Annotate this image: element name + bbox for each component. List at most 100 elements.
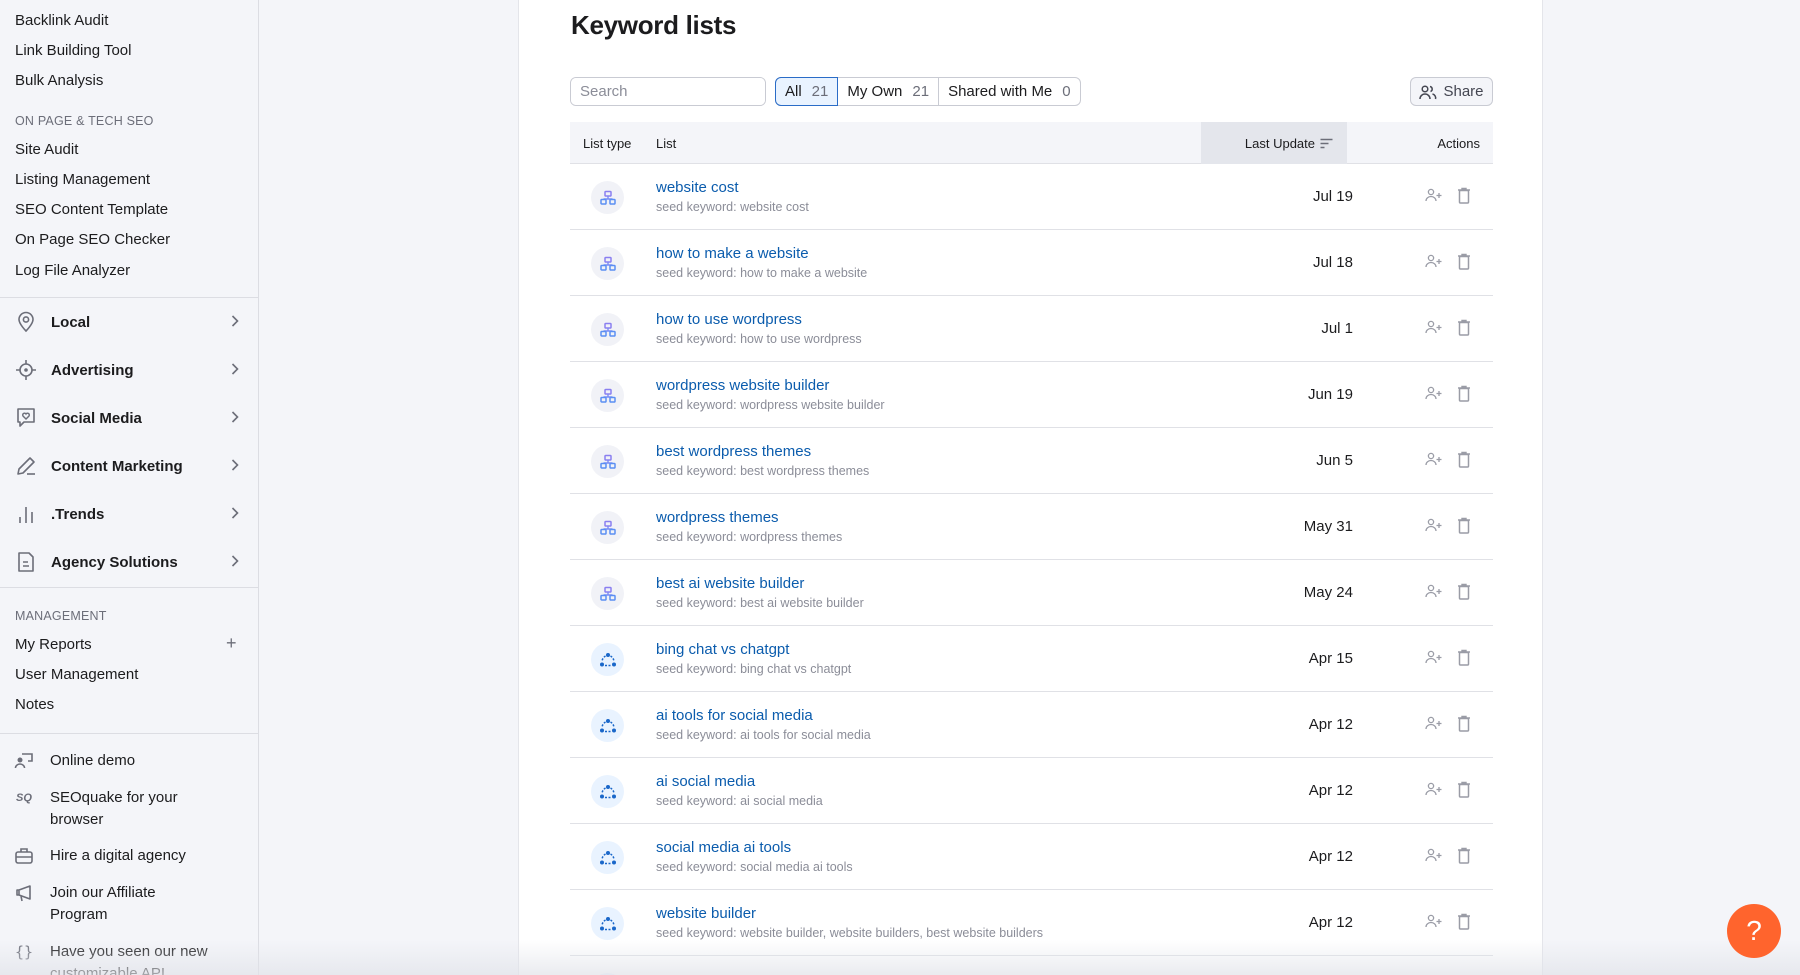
sidebar-extra-affiliate[interactable]: Join our Affiliate Program <box>0 882 259 926</box>
list-name-link[interactable]: how to use wordpress <box>656 311 802 328</box>
sidebar-group-trends[interactable]: .Trends <box>0 494 259 534</box>
delete-trash-icon[interactable] <box>1457 847 1471 869</box>
share-user-add-icon[interactable] <box>1425 716 1443 735</box>
seed-keyword-text: seed keyword: best wordpress themes <box>656 464 869 478</box>
column-header-last-update[interactable]: Last Update <box>1201 122 1347 164</box>
share-user-add-icon[interactable] <box>1425 452 1443 471</box>
delete-trash-icon[interactable] <box>1457 649 1471 671</box>
bar-chart-icon <box>15 503 37 525</box>
cluster-list-icon <box>591 445 624 478</box>
share-user-add-icon[interactable] <box>1425 188 1443 207</box>
ownership-filter: All 21 My Own 21 Shared with Me 0 <box>775 77 1081 106</box>
chevron-right-icon <box>231 506 239 525</box>
delete-trash-icon[interactable] <box>1457 517 1471 539</box>
list-name-link[interactable]: website builder <box>656 905 756 922</box>
share-user-add-icon[interactable] <box>1425 914 1443 933</box>
list-name-link[interactable]: wordpress website builder <box>656 377 829 394</box>
table-row: website costseed keyword: website costJu… <box>570 164 1493 230</box>
last-update-date: Apr 12 <box>1309 716 1353 733</box>
sidebar-link-listing-management[interactable]: Listing Management <box>15 171 150 188</box>
list-name-link[interactable]: website cost <box>656 179 739 196</box>
list-name-link[interactable]: how to make a website <box>656 245 809 262</box>
section-heading-onpage: ON PAGE & TECH SEO <box>15 114 154 128</box>
sidebar-group-content-marketing[interactable]: Content Marketing <box>0 446 259 486</box>
delete-trash-icon[interactable] <box>1457 319 1471 341</box>
delete-trash-icon[interactable] <box>1457 781 1471 803</box>
filter-tab-shared-with-me[interactable]: Shared with Me 0 <box>939 78 1080 105</box>
filter-tab-count: 21 <box>812 83 829 100</box>
sidebar-link-log-file-analyzer[interactable]: Log File Analyzer <box>15 262 130 279</box>
sidebar-group-label: Agency Solutions <box>51 554 178 571</box>
table-row: wordpress website builder seed keyword: w… <box>570 362 1493 428</box>
list-name-link[interactable]: best wordpress themes <box>656 443 811 460</box>
filter-tab-all[interactable]: All 21 <box>775 77 838 106</box>
strategy-list-icon <box>591 775 624 808</box>
table-row: bing chat vs chatgpt seed keyword: bing c… <box>570 626 1493 692</box>
delete-trash-icon[interactable] <box>1457 583 1471 605</box>
filter-tab-label: All <box>785 83 802 100</box>
sidebar-group-advertising[interactable]: Advertising <box>0 350 259 390</box>
list-name-link[interactable]: best ai website builder <box>656 575 804 592</box>
sidebar-link-site-audit[interactable]: Site Audit <box>15 141 78 158</box>
share-user-add-icon[interactable] <box>1425 254 1443 273</box>
cluster-list-icon <box>591 247 624 280</box>
sidebar-link-my-reports[interactable]: My Reports <box>15 636 92 653</box>
sidebar-link-notes[interactable]: Notes <box>15 696 54 713</box>
delete-trash-icon[interactable] <box>1457 715 1471 737</box>
map-pin-icon <box>15 311 37 333</box>
share-user-add-icon[interactable] <box>1425 782 1443 801</box>
delete-trash-icon[interactable] <box>1457 451 1471 473</box>
sidebar-extra-hire-agency[interactable]: Hire a digital agency <box>0 845 259 867</box>
megaphone-icon <box>13 884 35 926</box>
list-name-link[interactable]: wordpress themes <box>656 509 779 526</box>
share-user-add-icon[interactable] <box>1425 584 1443 603</box>
sidebar-extra-label: SEOquake for your browser <box>50 787 200 831</box>
add-report-button[interactable]: + <box>226 633 237 654</box>
table-row: how to make a websiteseed keyword: how t… <box>570 230 1493 296</box>
sidebar-group-label: Advertising <box>51 362 134 379</box>
filter-tab-label: Shared with Me <box>948 83 1052 100</box>
delete-trash-icon[interactable] <box>1457 385 1471 407</box>
seed-keyword-text: seed keyword: wordpress website builder <box>656 398 885 412</box>
list-name-link[interactable]: ai tools for social media <box>656 707 813 724</box>
seed-keyword-text: seed keyword: how to use wordpress <box>656 332 862 346</box>
braces-icon: {} <box>13 943 35 975</box>
list-name-link[interactable]: bing chat vs chatgpt <box>656 641 789 658</box>
sidebar-link-on-page-seo-checker[interactable]: On Page SEO Checker <box>15 231 170 248</box>
list-name-link[interactable]: social media ai tools <box>656 839 791 856</box>
sidebar-link-user-management[interactable]: User Management <box>15 666 138 683</box>
sidebar-link-bulk-analysis[interactable]: Bulk Analysis <box>15 72 103 89</box>
filter-tab-count: 0 <box>1062 83 1070 100</box>
sidebar-link-link-building-tool[interactable]: Link Building Tool <box>15 42 131 59</box>
sidebar-group-local[interactable]: Local <box>0 302 259 342</box>
chevron-right-icon <box>231 410 239 429</box>
document-icon <box>15 551 37 573</box>
seed-keyword-text: seed keyword: bing chat vs chatgpt <box>656 662 851 676</box>
search-input[interactable] <box>571 78 766 105</box>
share-user-add-icon[interactable] <box>1425 650 1443 669</box>
sidebar-link-seo-content-template[interactable]: SEO Content Template <box>15 201 168 218</box>
help-button[interactable]: ? <box>1727 904 1781 958</box>
sidebar-extra-seoquake[interactable]: SQ SEOquake for your browser <box>0 787 259 831</box>
share-user-add-icon[interactable] <box>1425 320 1443 339</box>
delete-trash-icon[interactable] <box>1457 187 1471 209</box>
sidebar-link-backlink-audit[interactable]: Backlink Audit <box>15 12 108 29</box>
delete-trash-icon[interactable] <box>1457 913 1471 935</box>
share-user-add-icon[interactable] <box>1425 848 1443 867</box>
sidebar-extra-online-demo[interactable]: Online demo <box>0 750 259 772</box>
seed-keyword-text: seed keyword: best ai website builder <box>656 596 864 610</box>
table-row: ai tools for social mediaseed keyword: a… <box>570 692 1493 758</box>
seed-keyword-text: seed keyword: website builder, website b… <box>656 926 1043 940</box>
delete-trash-icon[interactable] <box>1457 253 1471 275</box>
list-name-link[interactable]: ai social media <box>656 773 755 790</box>
sidebar-group-agency-solutions[interactable]: Agency Solutions <box>0 542 259 582</box>
table-row: best ai website builder seed keyword: bes… <box>570 560 1493 626</box>
column-header-label: Last Update <box>1245 136 1315 151</box>
share-user-add-icon[interactable] <box>1425 386 1443 405</box>
sidebar-extra-api[interactable]: {} Have you seen our new customizable AP… <box>0 941 259 975</box>
cluster-list-icon <box>591 577 624 610</box>
share-button[interactable]: Share <box>1410 77 1493 106</box>
share-user-add-icon[interactable] <box>1425 518 1443 537</box>
sidebar-group-social-media[interactable]: Social Media <box>0 398 259 438</box>
filter-tab-my-own[interactable]: My Own 21 <box>838 78 939 105</box>
